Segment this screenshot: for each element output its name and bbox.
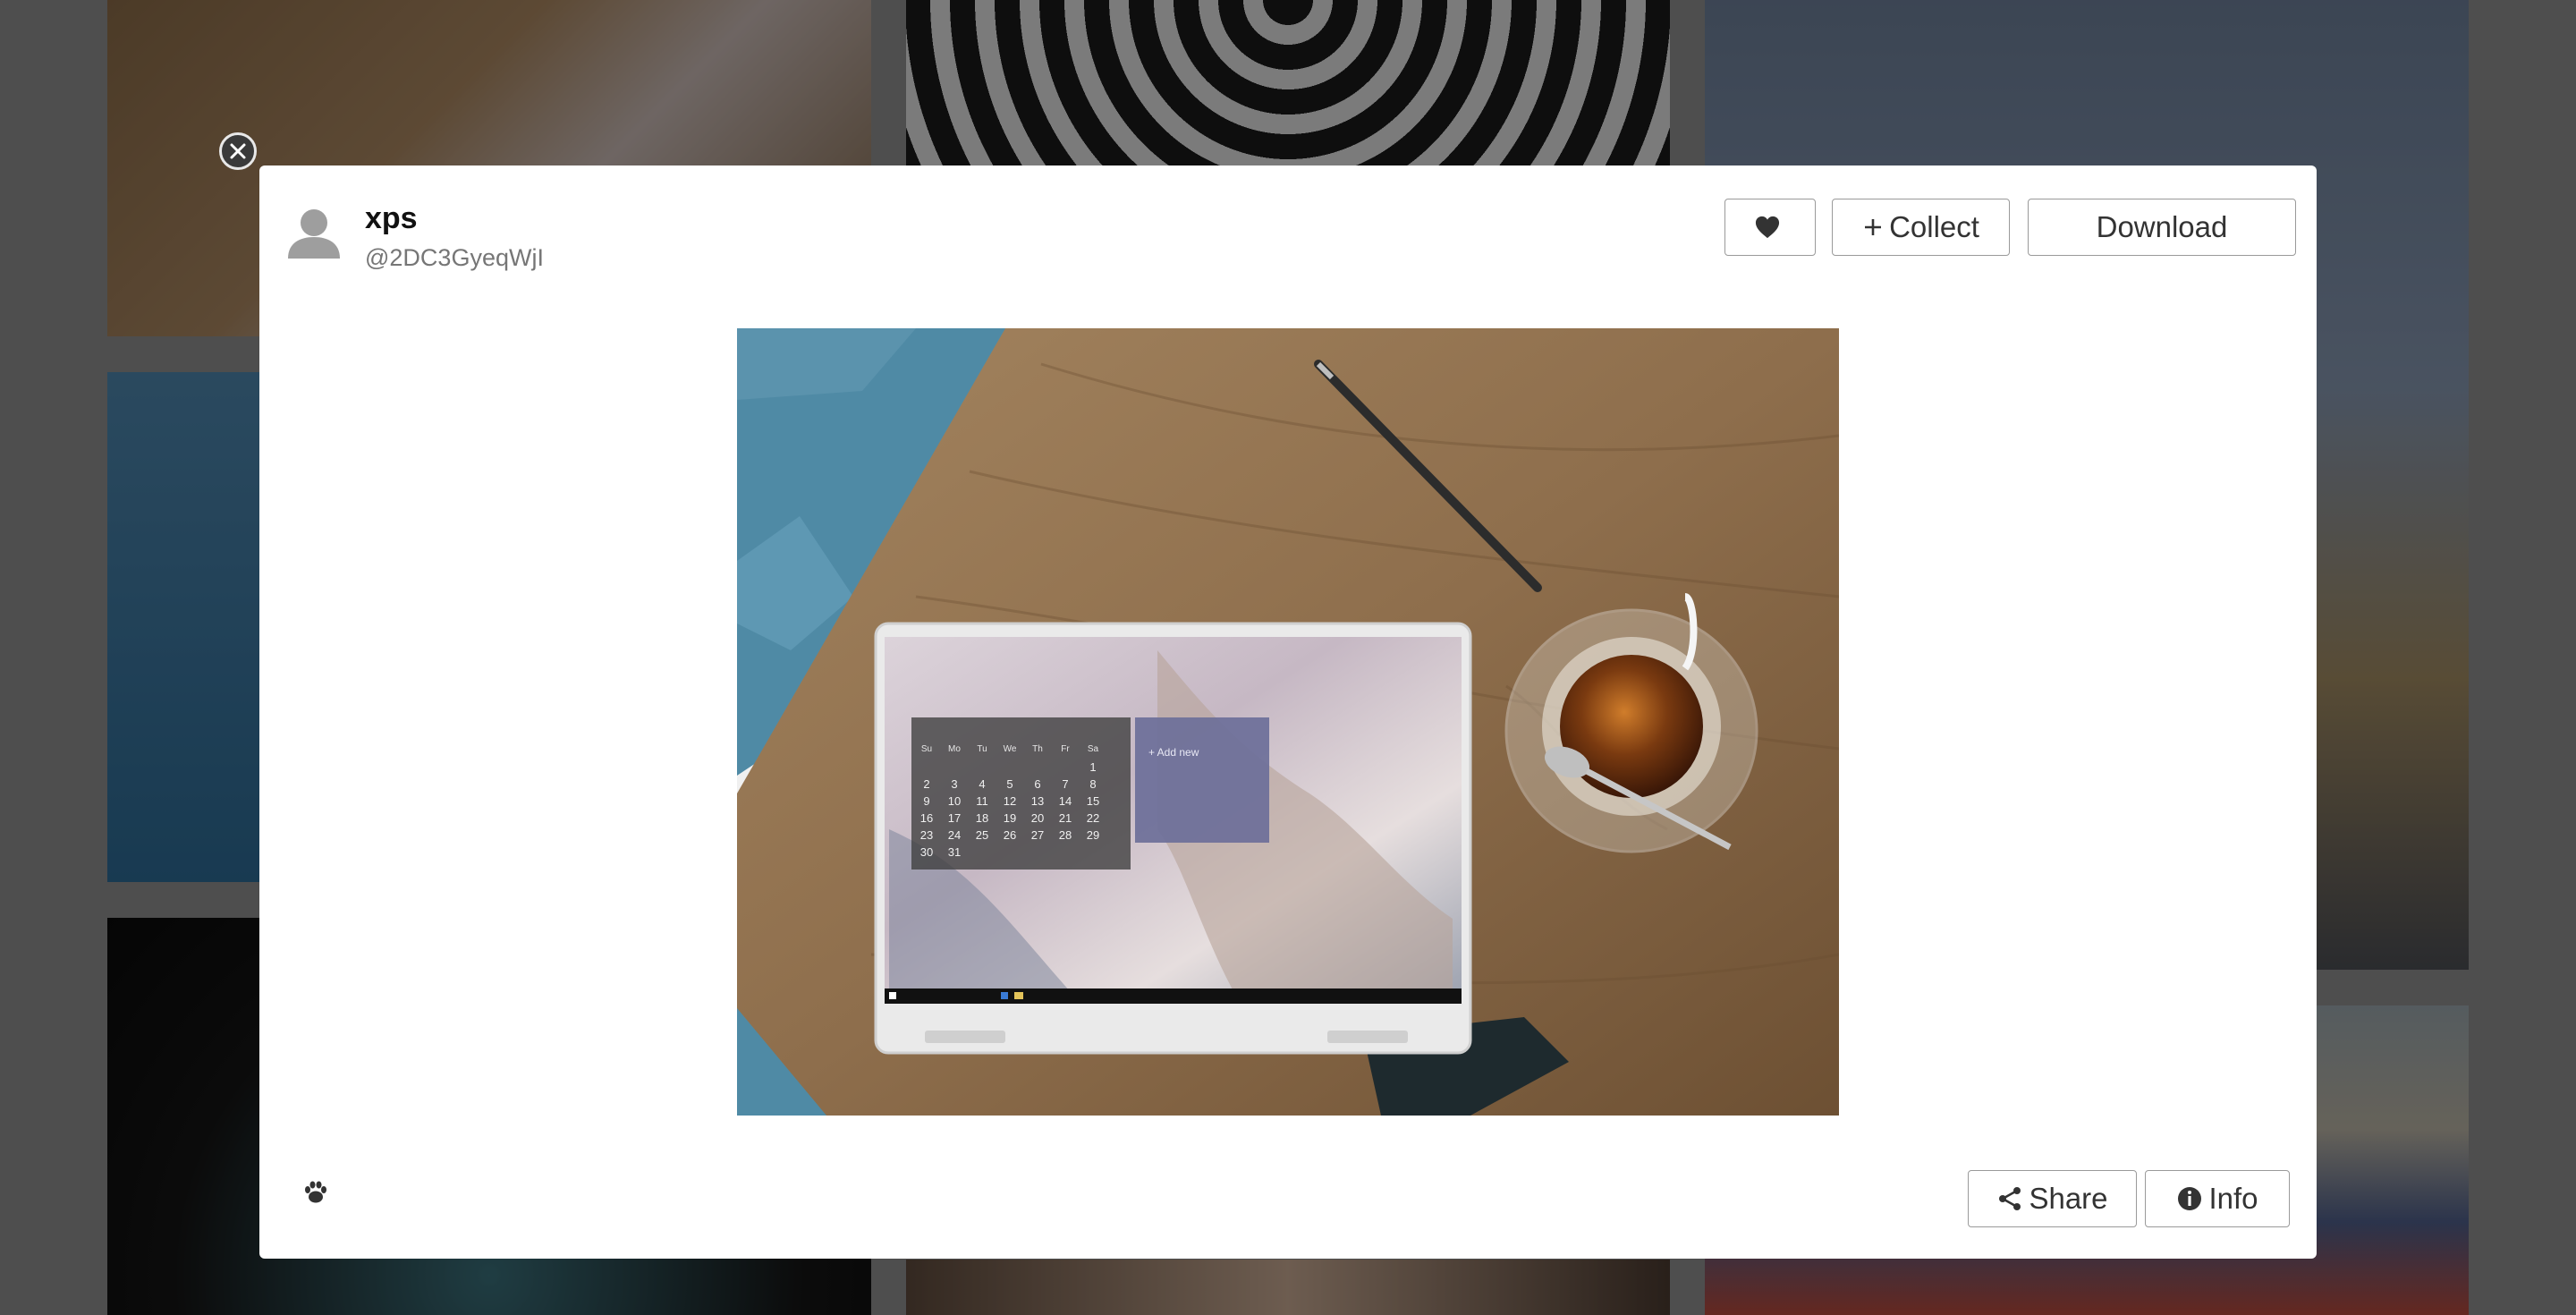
heart-icon [1755, 216, 1780, 239]
calendar-date: 14 [1059, 794, 1072, 808]
calendar-date: 5 [1006, 777, 1013, 791]
download-button[interactable]: Download [2028, 199, 2296, 256]
calendar-date: 26 [1004, 828, 1016, 842]
calendar-date: 25 [976, 828, 988, 842]
calendar-weekday: Fr [1061, 744, 1070, 754]
calendar-date: 29 [1087, 828, 1099, 842]
calendar-date: 3 [951, 777, 957, 791]
user-name[interactable]: xps [365, 201, 418, 236]
calendar-date: 24 [948, 828, 961, 842]
calendar-date: 9 [923, 794, 929, 808]
close-icon [230, 143, 246, 159]
photo-modal: xps @2DC3GyeqWjI Collect Download Su Mo … [259, 165, 2317, 1259]
info-icon [2178, 1187, 2202, 1210]
info-button[interactable]: Info [2145, 1170, 2290, 1227]
calendar-weekday: Tu [977, 744, 987, 754]
calendar-date: 21 [1059, 811, 1072, 825]
calendar-date: 12 [1004, 794, 1016, 808]
calendar-date: 11 [976, 794, 988, 808]
calendar-weekday: Mo [948, 744, 961, 754]
calendar-date: 13 [1031, 794, 1044, 808]
calendar-date: 27 [1031, 828, 1044, 842]
sticky-note-label: + Add new [1148, 746, 1199, 759]
share-label: Share [2029, 1182, 2108, 1215]
calendar-date: 31 [948, 845, 961, 859]
main-photo[interactable]: Su Mo Tu We Th Fr Sa 1 2 3 4 5 6 7 8 9 10 11 12 13 14… [737, 328, 1839, 1116]
collect-label: Collect [1889, 210, 1979, 243]
like-button[interactable] [1724, 199, 1816, 256]
calendar-date: 20 [1031, 811, 1044, 825]
paw-icon[interactable] [302, 1179, 329, 1206]
calendar-date: 18 [976, 811, 988, 825]
calendar-date: 4 [979, 777, 985, 791]
share-icon [1999, 1187, 2021, 1210]
calendar-weekday: We [1004, 744, 1017, 754]
info-label: Info [2208, 1182, 2258, 1215]
calendar-date: 2 [923, 777, 929, 791]
calendar-date: 6 [1034, 777, 1040, 791]
calendar-date: 17 [948, 811, 961, 825]
close-button[interactable] [219, 132, 257, 170]
photo-image: Su Mo Tu We Th Fr Sa 12 3 4 5 6 7 89 10 11 12 13 14… [737, 328, 1839, 1116]
calendar-date: 10 [948, 794, 961, 808]
calendar-date: 8 [1089, 777, 1096, 791]
calendar-date: 23 [920, 828, 933, 842]
calendar-date: 30 [920, 845, 933, 859]
user-handle[interactable]: @2DC3GyeqWjI [365, 244, 544, 272]
calendar-date: 19 [1004, 811, 1016, 825]
calendar-date: 28 [1059, 828, 1072, 842]
plus-icon [1865, 219, 1882, 235]
download-label: Download [2096, 210, 2228, 243]
calendar-weekday: Su [921, 744, 932, 754]
share-button[interactable]: Share [1968, 1170, 2137, 1227]
calendar-date: 1 [1089, 760, 1096, 774]
calendar-weekday: Sa [1088, 744, 1099, 754]
calendar-date: 22 [1087, 811, 1099, 825]
user-avatar-icon[interactable] [284, 203, 343, 262]
calendar-date: 16 [920, 811, 933, 825]
calendar-date: 15 [1087, 794, 1099, 808]
calendar-date: 7 [1062, 777, 1068, 791]
calendar-weekday: Th [1032, 744, 1043, 754]
collect-button[interactable]: Collect [1832, 199, 2010, 256]
